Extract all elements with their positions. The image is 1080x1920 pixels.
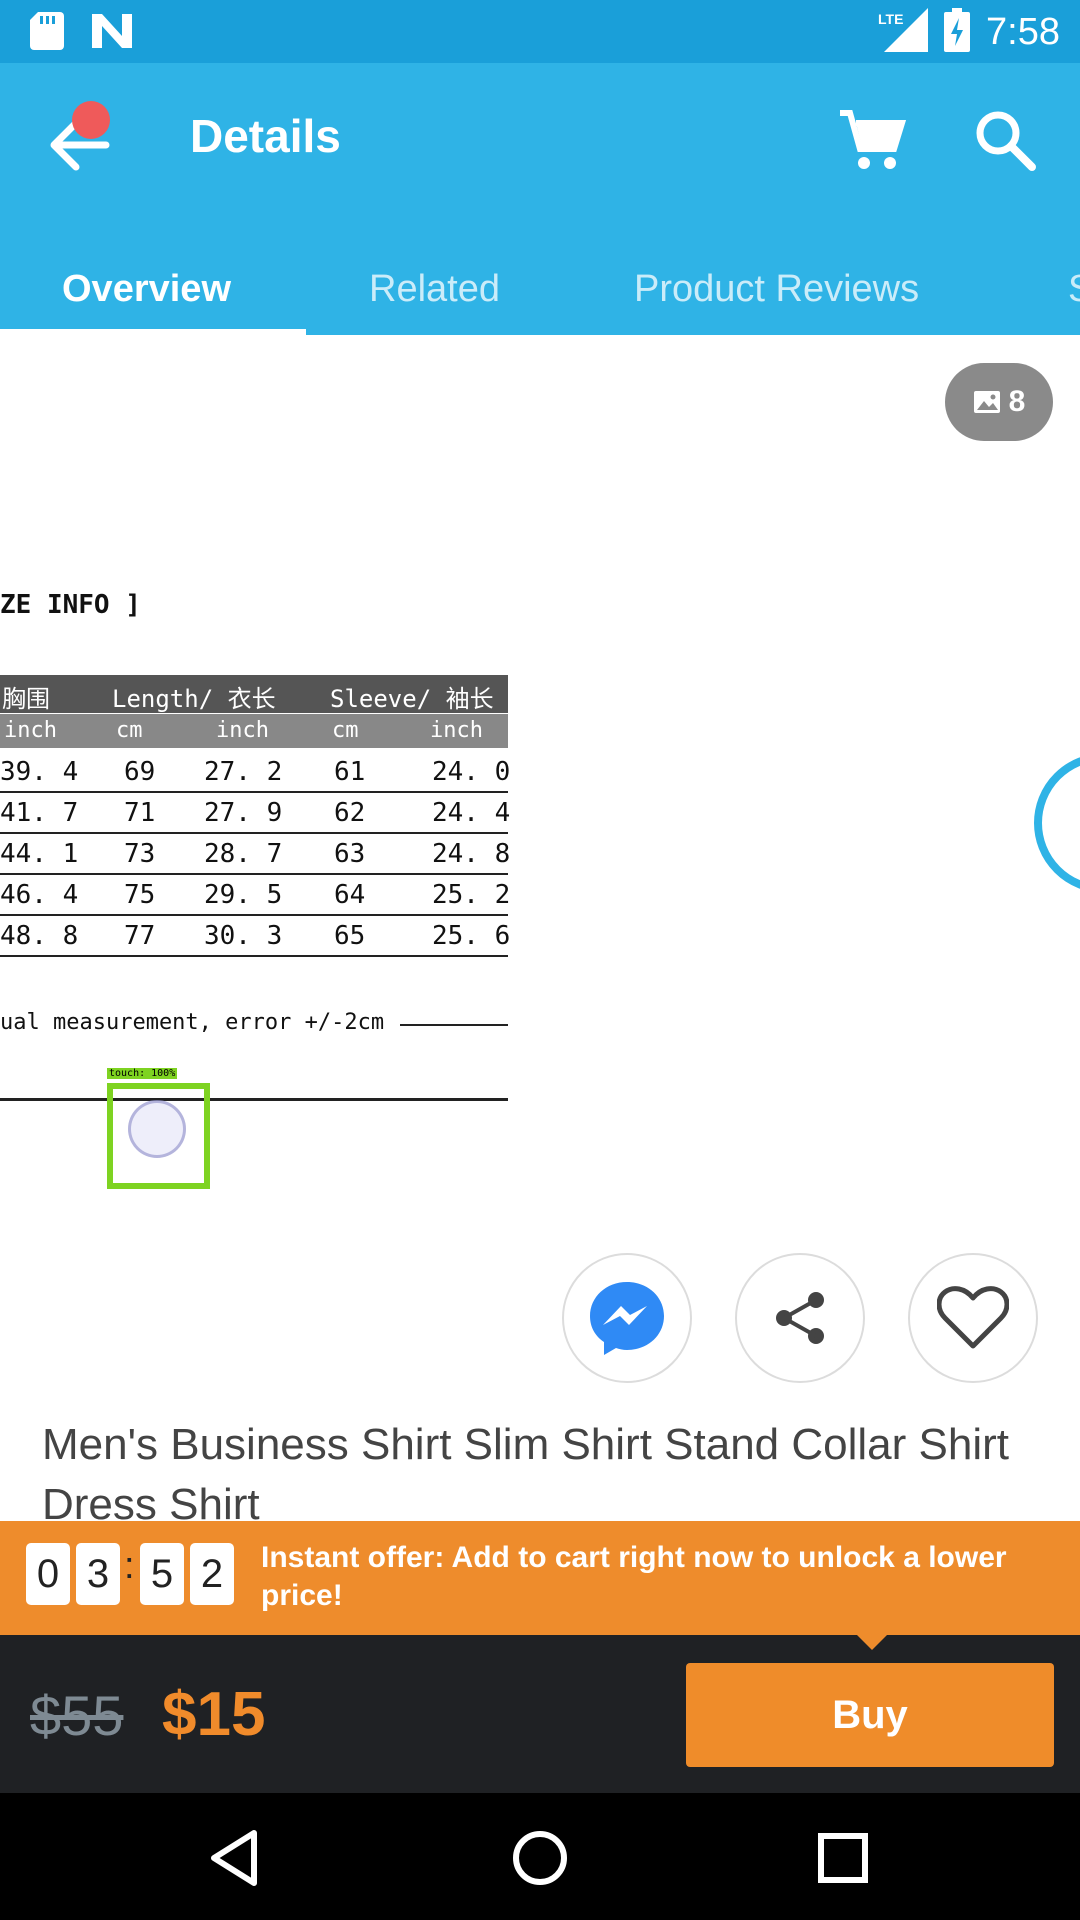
tab-overview[interactable]: Overview: [62, 243, 231, 335]
search-button[interactable]: [970, 105, 1040, 175]
chart-cell: 41. 7: [0, 798, 79, 828]
messenger-icon: [590, 1282, 664, 1355]
n-notification-icon: [92, 14, 132, 53]
recents-square-icon: [818, 1833, 868, 1883]
chart-cell: 62: [334, 798, 366, 828]
app-bar: Details Overview Related Product Reviews…: [0, 63, 1080, 335]
image-count: 8: [1008, 385, 1026, 418]
chart-row: 41. 7 71 27. 9 62 24. 4: [0, 794, 511, 834]
chart-row: 44. 1 73 28. 7 63 24. 8: [0, 835, 511, 875]
timer-digit: 5: [140, 1543, 184, 1605]
timer-separator: :: [124, 1545, 135, 1587]
chart-cell: 24. 0: [432, 757, 511, 787]
offer-text: Instant offer: Add to cart right now to …: [261, 1541, 1007, 1612]
nav-home-button[interactable]: [505, 1823, 575, 1893]
header-cell: 胸围: [2, 685, 50, 713]
sale-price: $15: [162, 1680, 266, 1749]
share-icon: [776, 1292, 824, 1344]
chart-cell: 25. 6: [432, 921, 511, 951]
image-count-badge[interactable]: 8: [945, 363, 1053, 441]
offer-pointer: [856, 1634, 888, 1650]
chart-cell: 24. 4: [432, 798, 511, 828]
tab-bar: Overview Related Product Reviews S: [0, 243, 1080, 335]
chart-title: ZE INFO ]: [0, 590, 141, 620]
chart-cell: 64: [334, 880, 366, 910]
messenger-share-button[interactable]: [562, 1253, 692, 1383]
loading-spinner: [1034, 753, 1080, 893]
chart-header-row: 胸围 Length/ 衣长 Sleeve/ 袖长: [0, 675, 508, 713]
timer-digit: 0: [26, 1543, 70, 1605]
divider: [0, 1098, 508, 1101]
battery-charging-icon: [944, 8, 971, 57]
back-triangle-icon: [211, 1830, 257, 1886]
chart-cell: 75: [124, 880, 156, 910]
divider: [400, 1024, 508, 1026]
unit-cell: cm: [332, 718, 359, 743]
instant-offer-banner[interactable]: 0 3 : 5 2 Instant offer: Add to cart rig…: [0, 1521, 1080, 1635]
unit-cell: cm: [116, 718, 143, 743]
touch-indicator-circle: [128, 1100, 186, 1158]
chart-cell: 27. 9: [204, 798, 283, 828]
cart-icon: [840, 110, 907, 169]
chart-unit-row: inch cm inch cm inch: [0, 714, 508, 748]
tab-product-reviews[interactable]: Product Reviews: [634, 243, 919, 335]
touch-indicator-label: touch: 100%: [107, 1068, 178, 1079]
system-nav-bar: [0, 1793, 1080, 1920]
chart-note: ual measurement, error +/-2cm: [0, 1010, 385, 1035]
chart-cell: 24. 8: [432, 839, 511, 869]
chart-cell: 73: [124, 839, 156, 869]
buy-button[interactable]: Buy: [686, 1663, 1054, 1767]
heart-icon: [937, 1286, 1009, 1349]
favorite-button[interactable]: [908, 1253, 1038, 1383]
header-cell: Sleeve/ 袖长: [330, 685, 494, 713]
chart-cell: 46. 4: [0, 880, 79, 910]
nav-recents-button[interactable]: [808, 1823, 878, 1893]
network-label: LTE: [878, 11, 903, 27]
chart-cell: 63: [334, 839, 366, 869]
status-bar: LTE 7:58: [0, 0, 1080, 63]
home-circle-icon: [513, 1831, 567, 1885]
page-title: Details: [190, 110, 341, 162]
tab-partial[interactable]: S: [1068, 243, 1080, 335]
cart-button[interactable]: [836, 105, 907, 175]
unit-cell: inch: [4, 718, 57, 743]
chart-cell: 28. 7: [204, 839, 283, 869]
chart-cell: 30. 3: [204, 921, 283, 951]
chart-cell: 71: [124, 798, 156, 828]
sd-card-icon: [30, 12, 64, 55]
share-button[interactable]: [735, 1253, 865, 1383]
status-time: 7:58: [986, 11, 1060, 53]
tab-related[interactable]: Related: [369, 243, 500, 335]
search-icon: [976, 111, 1036, 171]
nav-back-button[interactable]: [200, 1823, 270, 1893]
image-icon: [973, 391, 1000, 413]
unit-cell: inch: [216, 718, 269, 743]
chart-cell: 48. 8: [0, 921, 79, 951]
timer-digit: 3: [76, 1543, 120, 1605]
product-title: Men's Business Shirt Slim Shirt Stand Co…: [42, 1420, 1009, 1529]
chart-row: 46. 4 75 29. 5 64 25. 2: [0, 876, 511, 916]
purchase-bar: $55 $15 Buy: [0, 1635, 1080, 1793]
header-cell: Length/ 衣长: [112, 685, 276, 713]
chart-row: 39. 4 69 27. 2 61 24. 0: [0, 753, 511, 793]
product-image-gallery[interactable]: 8 ZE INFO ] 胸围 Length/ 衣长 Sleeve/ 袖长 inc…: [0, 335, 1080, 1255]
chart-cell: 29. 5: [204, 880, 283, 910]
chart-cell: 69: [124, 757, 156, 787]
original-price: $55: [30, 1684, 124, 1747]
chart-cell: 27. 2: [204, 757, 283, 787]
chart-cell: 77: [124, 921, 156, 951]
chart-row: 48. 8 77 30. 3 65 25. 6: [0, 917, 511, 957]
signal-icon: LTE: [878, 8, 929, 57]
chart-cell: 25. 2: [432, 880, 511, 910]
unit-cell: inch: [430, 718, 483, 743]
chart-cell: 39. 4: [0, 757, 79, 787]
chart-cell: 44. 1: [0, 839, 79, 869]
chart-cell: 65: [334, 921, 366, 951]
notification-dot: [72, 101, 110, 139]
chart-cell: 61: [334, 757, 366, 787]
timer-digit: 2: [190, 1543, 234, 1605]
